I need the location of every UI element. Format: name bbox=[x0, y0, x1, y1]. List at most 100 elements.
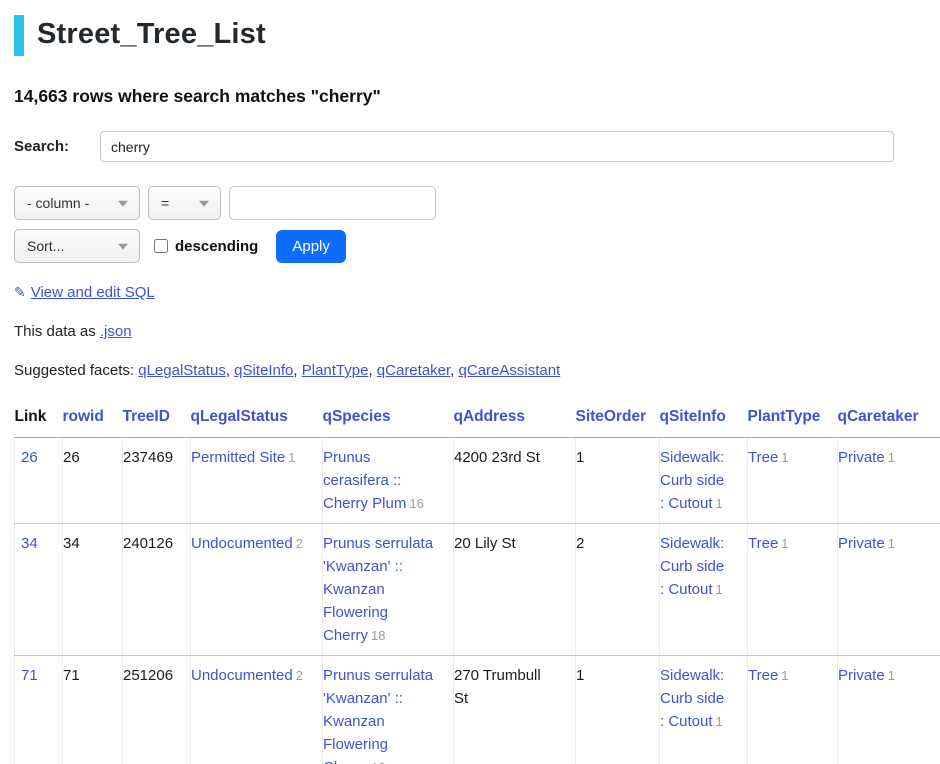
facet-count: 1 bbox=[716, 496, 723, 511]
header-qlegalstatus: qLegalStatus bbox=[191, 401, 323, 438]
cell-link: 26 bbox=[15, 438, 63, 524]
filter-value-input[interactable] bbox=[229, 186, 436, 220]
site-info-link[interactable]: Sidewalk: Curb side : Cutout bbox=[660, 449, 724, 512]
filter-row: - column - = bbox=[14, 186, 940, 220]
plant-type-link[interactable]: Tree bbox=[748, 667, 778, 684]
row-count-summary: 14,663 rows where search matches "cherry… bbox=[14, 86, 940, 107]
plant-type-link[interactable]: Tree bbox=[748, 535, 778, 552]
facets-prefix: Suggested facets: bbox=[14, 362, 138, 379]
cell-treeid: 237469 bbox=[123, 438, 191, 524]
legal-status-link[interactable]: Permitted Site bbox=[191, 449, 285, 466]
header-qsiteinfo: qSiteInfo bbox=[660, 401, 748, 438]
legal-status-link[interactable]: Undocumented bbox=[191, 667, 293, 684]
facet-count: 1 bbox=[781, 536, 788, 551]
operator-select-wrap: = bbox=[148, 186, 221, 220]
search-input[interactable] bbox=[100, 131, 894, 162]
cell-rowid: 34 bbox=[63, 524, 123, 656]
descending-label: descending bbox=[175, 238, 258, 255]
facet-link-qlegalstatus[interactable]: qLegalStatus bbox=[138, 362, 226, 379]
plant-type-link[interactable]: Tree bbox=[748, 449, 778, 466]
cell-caretaker: Private1 bbox=[838, 438, 940, 524]
cell-rowid: 71 bbox=[63, 656, 123, 764]
row-link[interactable]: 34 bbox=[21, 535, 38, 552]
sort-qcaretaker-link[interactable]: qCaretaker bbox=[838, 408, 919, 425]
caretaker-link[interactable]: Private bbox=[838, 667, 885, 684]
cell-address: 4200 23rd St bbox=[454, 438, 576, 524]
cell-site-info: Sidewalk: Curb side : Cutout1 bbox=[660, 656, 748, 764]
site-info-link[interactable]: Sidewalk: Curb side : Cutout bbox=[660, 535, 724, 598]
row-link[interactable]: 26 bbox=[21, 449, 38, 466]
cell-site-info: Sidewalk: Curb side : Cutout1 bbox=[660, 524, 748, 656]
cell-legal-status: Undocumented2 bbox=[191, 524, 323, 656]
facet-link-qcareassistant[interactable]: qCareAssistant bbox=[459, 362, 561, 379]
data-as-prefix: This data as bbox=[14, 323, 100, 340]
sort-rowid-link[interactable]: rowid bbox=[63, 408, 104, 425]
cell-legal-status: Undocumented2 bbox=[191, 656, 323, 764]
cell-site-order: 1 bbox=[576, 438, 660, 524]
cell-address: 20 Lily St bbox=[454, 524, 576, 656]
header-qcaretaker: qCaretaker bbox=[838, 401, 940, 438]
header-link: Link bbox=[15, 401, 63, 438]
header-qaddress: qAddress bbox=[454, 401, 576, 438]
search-label: Search: bbox=[14, 138, 100, 155]
facet-link-planttype[interactable]: PlantType bbox=[302, 362, 369, 379]
sort-treeid-link[interactable]: TreeID bbox=[123, 408, 170, 425]
sort-qsiteinfo-link[interactable]: qSiteInfo bbox=[660, 408, 726, 425]
sort-siteorder-link[interactable]: SiteOrder bbox=[576, 408, 647, 425]
cell-treeid: 251206 bbox=[123, 656, 191, 764]
species-link[interactable]: Prunus cerasifera :: Cherry Plum bbox=[323, 449, 406, 512]
cell-caretaker: Private1 bbox=[838, 524, 940, 656]
facet-count: 2 bbox=[296, 668, 303, 683]
filter-operator-select[interactable]: = bbox=[148, 186, 221, 220]
sort-planttype-link[interactable]: PlantType bbox=[748, 408, 821, 425]
view-edit-sql-link[interactable]: View and edit SQL bbox=[31, 284, 155, 301]
facet-count: 1 bbox=[888, 668, 895, 683]
header-treeid: TreeID bbox=[123, 401, 191, 438]
table-row: 26 26 237469 Permitted Site1 Prunus cera… bbox=[15, 438, 940, 524]
facet-count: 1 bbox=[716, 582, 723, 597]
pencil-icon: ✎ bbox=[14, 284, 26, 300]
json-export-link[interactable]: .json bbox=[100, 323, 132, 340]
row-link[interactable]: 71 bbox=[21, 667, 38, 684]
facet-count: 1 bbox=[888, 536, 895, 551]
facet-count: 1 bbox=[781, 450, 788, 465]
header-qspecies: qSpecies bbox=[323, 401, 454, 438]
facet-link-qcaretaker[interactable]: qCaretaker bbox=[377, 362, 450, 379]
legal-status-link[interactable]: Undocumented bbox=[191, 535, 293, 552]
suggested-facets-line: Suggested facets: qLegalStatus, qSiteInf… bbox=[14, 362, 940, 379]
search-row: Search: bbox=[14, 131, 940, 162]
filter-column-select[interactable]: - column - bbox=[14, 186, 140, 220]
facet-link-qsiteinfo[interactable]: qSiteInfo bbox=[234, 362, 293, 379]
page-title: Street_Tree_List bbox=[14, 15, 940, 56]
cell-site-order: 1 bbox=[576, 656, 660, 764]
sort-qspecies-link[interactable]: qSpecies bbox=[323, 408, 391, 425]
title-accent-bar bbox=[14, 15, 24, 56]
results-table: Link rowid TreeID qLegalStatus qSpecies … bbox=[14, 401, 940, 764]
page-title-text: Street_Tree_List bbox=[37, 15, 266, 56]
caretaker-link[interactable]: Private bbox=[838, 449, 885, 466]
sort-select-wrap: Sort... bbox=[14, 229, 140, 263]
sort-qlegalstatus-link[interactable]: qLegalStatus bbox=[191, 408, 288, 425]
data-export-line: This data as .json bbox=[14, 323, 940, 340]
sort-select[interactable]: Sort... bbox=[14, 229, 140, 263]
species-link[interactable]: Prunus serrulata 'Kwanzan' :: Kwanzan Fl… bbox=[323, 667, 433, 764]
facet-count: 18 bbox=[371, 760, 385, 764]
header-planttype: PlantType bbox=[748, 401, 838, 438]
facet-count: 18 bbox=[371, 628, 385, 643]
cell-link: 71 bbox=[15, 656, 63, 764]
site-info-link[interactable]: Sidewalk: Curb side : Cutout bbox=[660, 667, 724, 730]
cell-site-order: 2 bbox=[576, 524, 660, 656]
apply-button[interactable]: Apply bbox=[276, 230, 346, 263]
cell-treeid: 240126 bbox=[123, 524, 191, 656]
facet-count: 1 bbox=[716, 714, 723, 729]
descending-checkbox[interactable] bbox=[154, 239, 168, 253]
page-container: Street_Tree_List 14,663 rows where searc… bbox=[0, 0, 940, 764]
facet-count: 1 bbox=[888, 450, 895, 465]
caretaker-link[interactable]: Private bbox=[838, 535, 885, 552]
sql-link-line: ✎ View and edit SQL bbox=[14, 284, 940, 301]
cell-species: Prunus serrulata 'Kwanzan' :: Kwanzan Fl… bbox=[323, 524, 454, 656]
cell-plant-type: Tree1 bbox=[748, 524, 838, 656]
sort-qaddress-link[interactable]: qAddress bbox=[454, 408, 526, 425]
cell-species: Prunus cerasifera :: Cherry Plum16 bbox=[323, 438, 454, 524]
sort-row: Sort... descending Apply bbox=[14, 229, 940, 263]
